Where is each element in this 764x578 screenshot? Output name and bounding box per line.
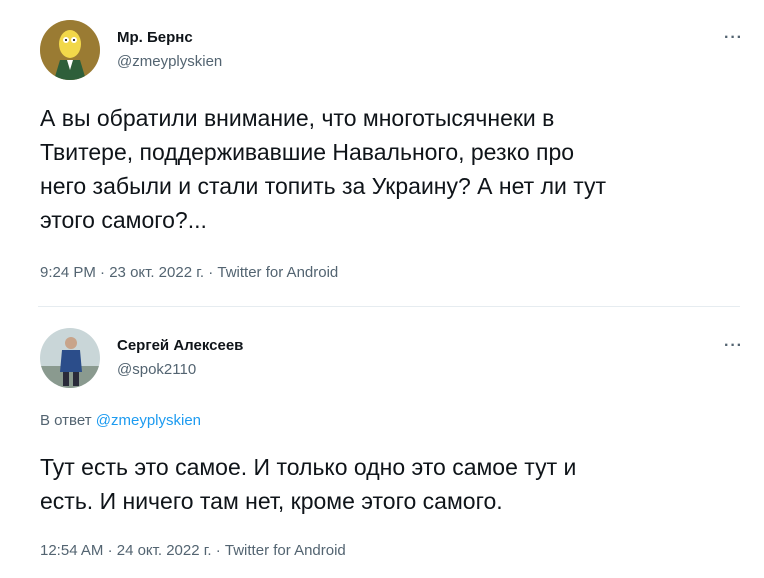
reply-to-label: В ответ xyxy=(40,412,92,429)
author-handle[interactable]: @zmeyplyskien xyxy=(117,53,222,70)
tweet-1: Мр. Бернс @zmeyplyskien ··· А вы обратил… xyxy=(0,0,764,300)
avatar-image xyxy=(40,328,100,388)
tweet-text: Тут есть это самое. И только одно это са… xyxy=(40,454,577,514)
tweet-date[interactable]: 24 окт. 2022 г. xyxy=(117,542,212,559)
tweet-source[interactable]: Twitter for Android xyxy=(217,264,338,281)
more-options-icon[interactable]: ··· xyxy=(724,338,743,354)
avatar[interactable] xyxy=(40,20,100,80)
author-handle[interactable]: @spok2110 xyxy=(117,361,196,378)
tweet-meta: 12:54 AM · 24 окт. 2022 г. · Twitter for… xyxy=(40,542,346,559)
reply-to-handle[interactable]: @zmeyplyskien xyxy=(96,412,201,429)
reply-to: В ответ @zmeyplyskien xyxy=(40,412,201,429)
tweet-2: Сергей Алексеев @spok2110 ··· В ответ @z… xyxy=(0,307,764,578)
more-options-icon[interactable]: ··· xyxy=(724,30,743,46)
tweet-text: А вы обратили внимание, что многотысячне… xyxy=(40,105,607,233)
avatar[interactable] xyxy=(40,328,100,388)
separator: · xyxy=(107,542,113,559)
tweet-source[interactable]: Twitter for Android xyxy=(225,542,346,559)
tweet-time[interactable]: 9:24 PM xyxy=(40,264,96,281)
avatar-image xyxy=(40,20,100,80)
author-name[interactable]: Сергей Алексеев xyxy=(117,337,243,354)
tweet-date[interactable]: 23 окт. 2022 г. xyxy=(109,264,204,281)
separator: · xyxy=(208,264,214,281)
separator: · xyxy=(215,542,221,559)
tweet-time[interactable]: 12:54 AM xyxy=(40,542,103,559)
separator: · xyxy=(100,264,106,281)
tweet-meta: 9:24 PM · 23 окт. 2022 г. · Twitter for … xyxy=(40,264,338,281)
author-name[interactable]: Мр. Бернс xyxy=(117,29,193,46)
